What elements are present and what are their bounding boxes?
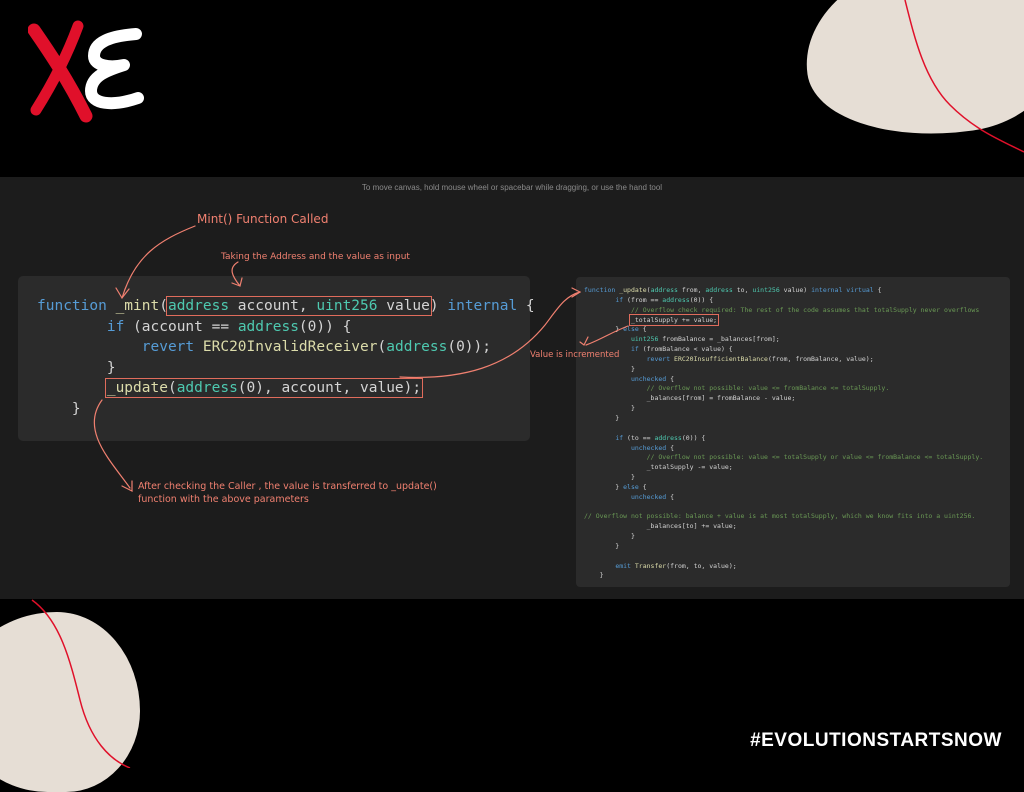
annotation-taking-input: Taking the Address and the value as inpu… (221, 252, 410, 262)
annotation-mint-called: Mint() Function Called (197, 212, 329, 226)
annotation-after-checking: After checking the Caller , the value is… (138, 481, 437, 505)
footer-hashtag: #EVOLUTIONSTARTSNOW (750, 730, 1002, 751)
annotation-value-incremented: Value is incremented (530, 350, 620, 360)
annotation-arrows (93, 225, 629, 492)
